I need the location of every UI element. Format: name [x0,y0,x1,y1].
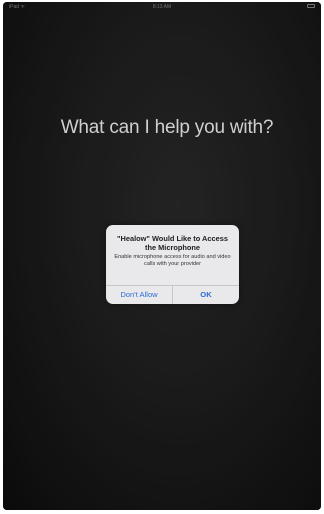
dont-allow-button[interactable]: Don't Allow [106,286,172,304]
siri-screen: iPad ᯤ 8:13 AM "Healow" Would Like to Ac… [3,2,321,510]
microphone-permission-alert: "Healow" Would Like to Access the Microp… [106,225,239,304]
alert-message: Enable microphone access for audio and v… [114,254,231,267]
alert-title: "Healow" Would Like to Access the Microp… [117,234,228,252]
ok-button[interactable]: OK [173,286,239,304]
alert-body: "Healow" Would Like to Access the Microp… [106,225,239,285]
device-frame: iPad ᯤ 8:13 AM "Healow" Would Like to Ac… [3,2,321,510]
siri-prompt: What can I help you with? [60,117,274,138]
